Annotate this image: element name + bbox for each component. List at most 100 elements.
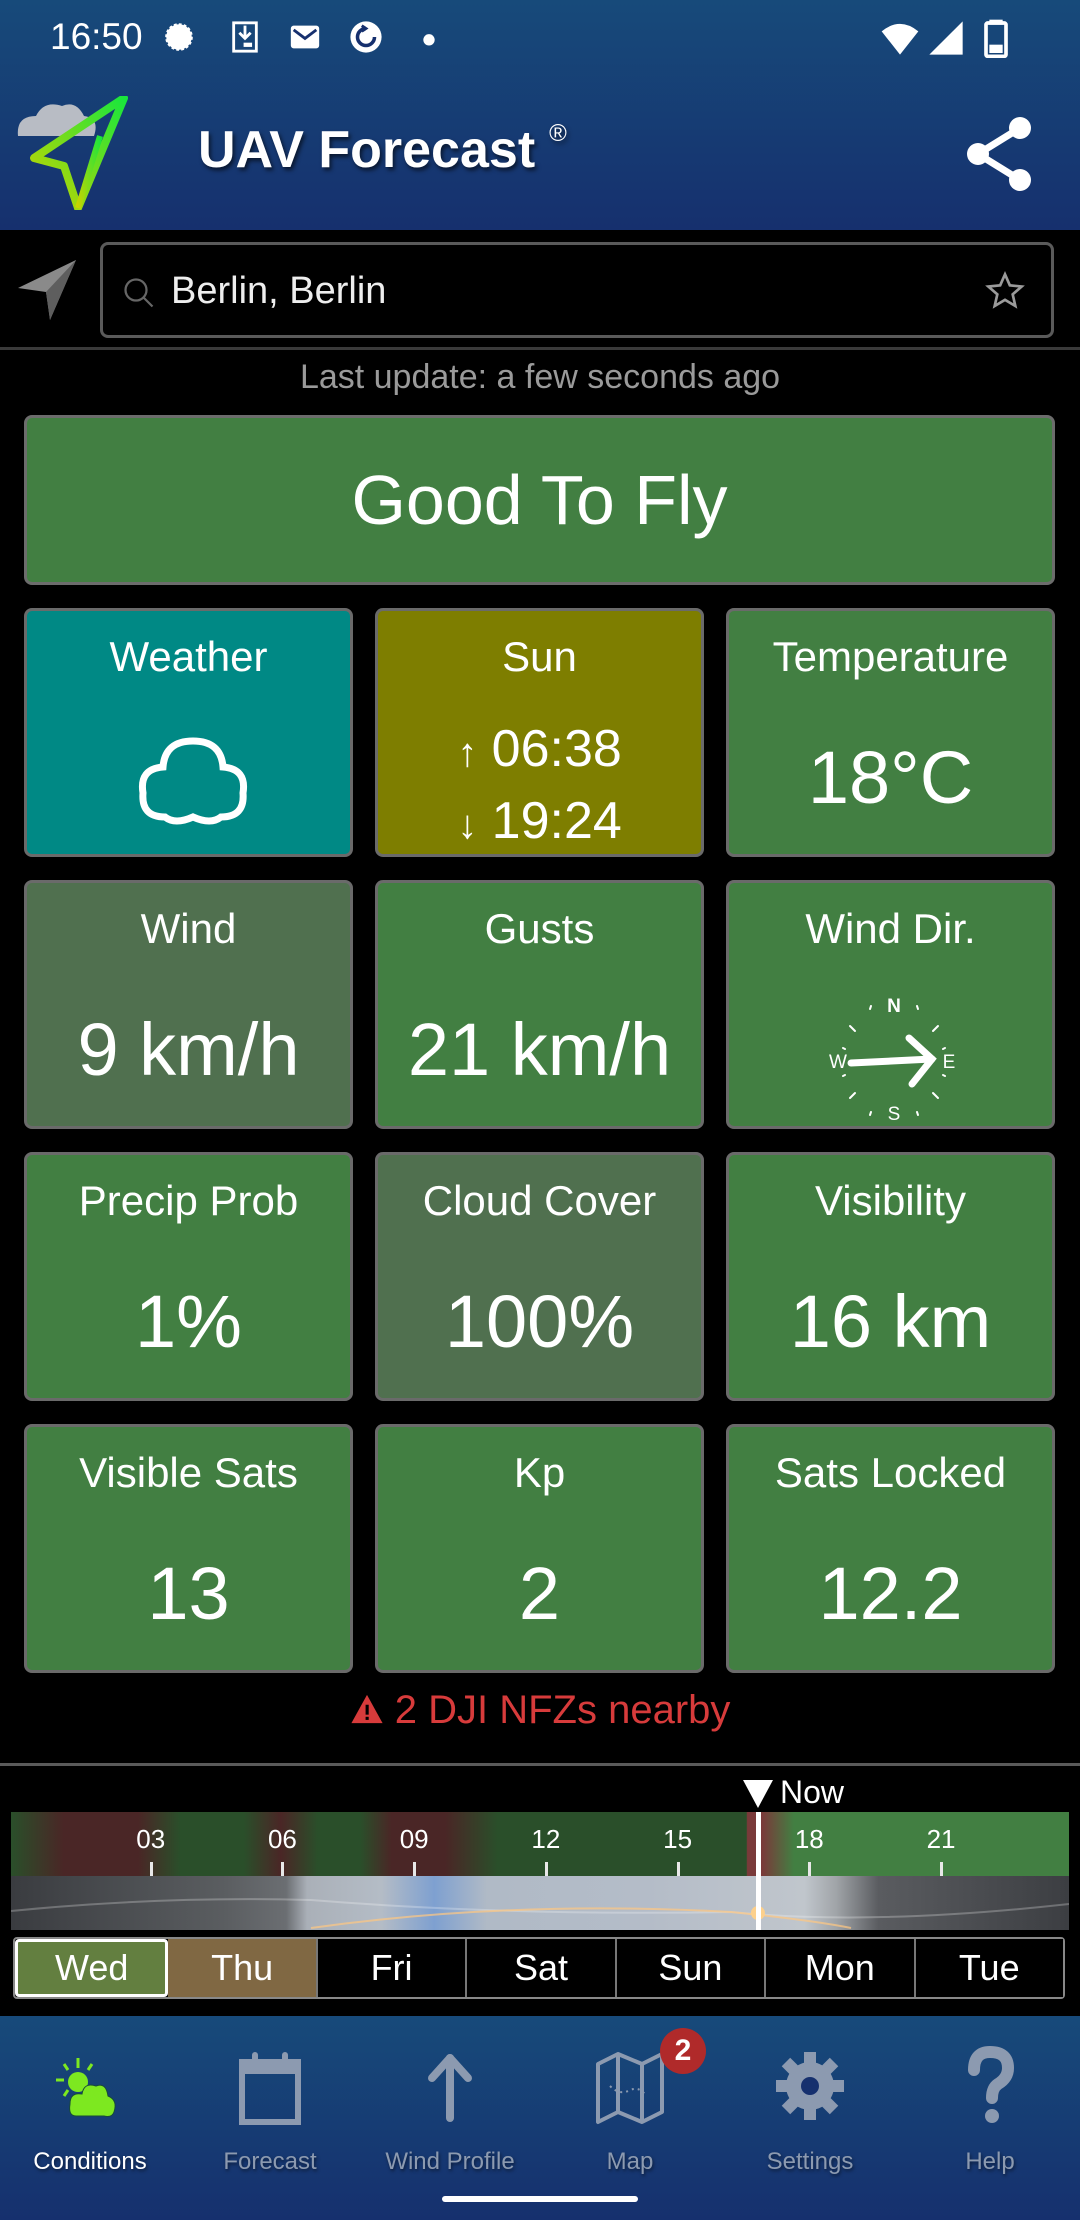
- sun-cloud-icon: [56, 2058, 116, 2117]
- nav-forecast[interactable]: Forecast: [180, 2016, 360, 2196]
- sync-icon: [350, 21, 382, 53]
- day-tab-wed[interactable]: Wed: [15, 1939, 169, 1997]
- timeline-hour-label: 18: [794, 1824, 824, 1854]
- top-bar: 16:50 UAV Forecast ®: [0, 0, 1080, 230]
- tile-label: Kp: [513, 1449, 566, 1496]
- fly-verdict-banner: Good To Fly: [24, 415, 1055, 585]
- nav-label: Conditions: [33, 2148, 147, 2175]
- nav-wind-profile[interactable]: Wind Profile: [360, 2016, 540, 2196]
- nav-label: Wind Profile: [385, 2148, 515, 2175]
- day-tab-mon[interactable]: Mon: [766, 1939, 916, 1997]
- app-title: UAV Forecast ®: [198, 120, 567, 180]
- nav-conditions[interactable]: Conditions: [0, 2016, 180, 2196]
- now-marker-icon: [742, 1780, 773, 1808]
- tile-wind[interactable]: Wind 9 km/h: [24, 880, 353, 1129]
- nfz-warning-link[interactable]: 2 DJI NFZs nearby: [0, 1688, 1080, 1733]
- tile-value: 13: [147, 1552, 230, 1635]
- search-icon: [124, 278, 154, 308]
- home-indicator[interactable]: [442, 2196, 638, 2202]
- tile-gusts[interactable]: Gusts 21 km/h: [375, 880, 704, 1129]
- warning-icon: [351, 1694, 383, 1724]
- compass-icon: N E S W: [829, 996, 956, 1123]
- tile-label: Sun: [502, 633, 577, 680]
- timeline-hour-label: 09: [399, 1824, 429, 1854]
- tile-sun[interactable]: Sun ↑ 06:38 ↓ 19:24: [375, 608, 704, 857]
- day-tab-sun[interactable]: Sun: [616, 1939, 767, 1997]
- search-input[interactable]: [171, 263, 951, 319]
- timeline-hour-label: 15: [663, 1824, 693, 1854]
- cloud-icon: [138, 737, 248, 825]
- tile-label: Visibility: [815, 1177, 966, 1224]
- tile-visibility[interactable]: Visibility 16 km: [726, 1152, 1055, 1401]
- timeline-hour-tick: [544, 1862, 548, 1876]
- tile-kp[interactable]: Kp 2: [375, 1424, 704, 1673]
- compass-s: S: [888, 1104, 901, 1123]
- status-bar: 16:50: [0, 0, 1080, 76]
- nav-label: Map: [606, 2148, 654, 2175]
- sunrise-time: 06:38: [491, 720, 622, 778]
- hourly-timeline[interactable]: 03 06 09 12 15 18 21: [11, 1812, 1069, 1930]
- timeline-hour-tick: [281, 1862, 285, 1876]
- divider: [0, 1763, 1080, 1766]
- tile-value: 2: [518, 1552, 561, 1635]
- sunset-time: 19:24: [491, 792, 622, 850]
- day-tab-fri[interactable]: Fri: [317, 1939, 468, 1997]
- day-selector: Wed Thu Fri Sat Sun Mon Tue: [13, 1937, 1065, 1999]
- compass-n: N: [887, 996, 901, 1017]
- wifi-icon: [881, 23, 919, 55]
- timeline-hour-tick: [413, 1862, 417, 1876]
- nav-map[interactable]: 2 Map: [540, 2016, 720, 2196]
- sunset-arrow-icon: ↓: [457, 803, 478, 847]
- share-icon[interactable]: [962, 114, 1042, 194]
- tile-label: Gusts: [484, 905, 595, 952]
- tile-sats-locked[interactable]: Sats Locked 12.2: [726, 1424, 1055, 1673]
- timeline-hour-tick: [149, 1862, 153, 1876]
- tile-label: Wind Dir.: [805, 905, 976, 952]
- tile-label: Precip Prob: [78, 1177, 299, 1224]
- tile-weather[interactable]: Weather: [24, 608, 353, 857]
- tile-label: Weather: [109, 633, 268, 680]
- tile-value: 21 km/h: [407, 1008, 672, 1091]
- nav-label: Settings: [766, 2148, 854, 2175]
- timeline-hour-label: 03: [136, 1824, 166, 1854]
- tile-precip-prob[interactable]: Precip Prob 1%: [24, 1152, 353, 1401]
- timeline-hour-label: 12: [531, 1824, 561, 1854]
- nav-label: Help: [965, 2148, 1015, 2175]
- tile-cloud-cover[interactable]: Cloud Cover 100%: [375, 1152, 704, 1401]
- now-label: Now: [779, 1774, 844, 1810]
- wind-arrow-icon: [847, 1034, 937, 1088]
- bottom-navigation: Conditions Forecast Wind Profile 2 Map S…: [0, 2016, 1080, 2220]
- location-arrow-icon[interactable]: [16, 258, 80, 322]
- timeline-hour-label: 21: [926, 1824, 956, 1854]
- tile-visible-sats[interactable]: Visible Sats 13: [24, 1424, 353, 1673]
- tile-value: 1%: [135, 1280, 242, 1363]
- star-outline-icon[interactable]: [985, 271, 1025, 311]
- cell-signal-icon: [929, 21, 963, 55]
- day-tab-sat[interactable]: Sat: [467, 1939, 617, 1997]
- timeline-hour-tick: [940, 1862, 944, 1876]
- compass-e: E: [943, 1052, 956, 1073]
- tile-value: 9 km/h: [77, 1008, 300, 1091]
- tile-label: Sats Locked: [774, 1449, 1007, 1496]
- day-tab-tue[interactable]: Tue: [915, 1939, 1063, 1997]
- nav-label: Forecast: [223, 2148, 317, 2175]
- tile-value: 16 km: [789, 1280, 992, 1363]
- map-badge: 2: [660, 2028, 706, 2074]
- nav-help[interactable]: Help: [900, 2016, 1080, 2196]
- tile-wind-direction[interactable]: Wind Dir. N E S W: [726, 880, 1055, 1129]
- gear-icon: [776, 2052, 844, 2120]
- tile-label: Visible Sats: [79, 1449, 298, 1496]
- search-field[interactable]: [100, 242, 1054, 338]
- tile-value: 12.2: [818, 1552, 963, 1635]
- sunset-row: ↓ 19:24: [378, 791, 701, 851]
- day-tab-thu[interactable]: Thu: [168, 1939, 318, 1997]
- sun-path: [11, 1898, 1069, 1929]
- search-row: [0, 230, 1080, 350]
- app-title-text: UAV Forecast: [198, 121, 536, 179]
- tile-value: 18°C: [807, 736, 974, 819]
- tile-label: Wind: [140, 905, 237, 952]
- help-icon: [968, 2046, 1015, 2123]
- tile-temperature[interactable]: Temperature 18°C: [726, 608, 1055, 857]
- nav-settings[interactable]: Settings: [720, 2016, 900, 2196]
- battery-icon: [984, 19, 1008, 58]
